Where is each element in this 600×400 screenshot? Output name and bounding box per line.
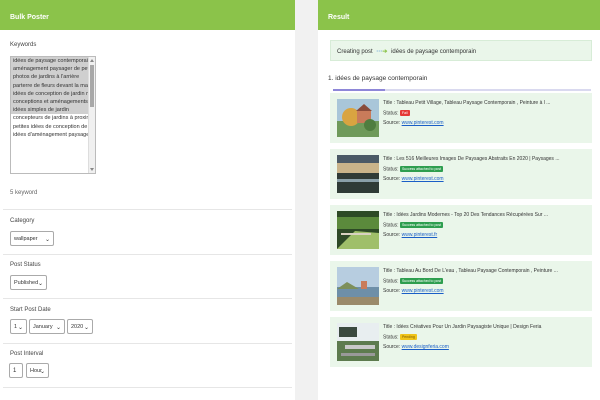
status-badge: Success attached to post: [399, 278, 444, 284]
source-link[interactable]: www.pinterest.com: [402, 288, 444, 294]
creating-post-status: Creating post ···➔ idées de paysage cont…: [330, 40, 592, 61]
result-card: Title : Tableau Au Bord De L'eau , Table…: [330, 261, 592, 311]
chevron-down-icon: ⌄: [37, 281, 43, 287]
keyword-count: 5 keyword: [10, 190, 38, 196]
result-title: Title : Tableau Au Bord De L'eau , Table…: [383, 268, 558, 274]
source-link[interactable]: www.pinterest.com: [402, 176, 444, 182]
status-label: Status:: [383, 334, 400, 341]
keyword-option[interactable]: photos de jardins à l'arrière: [11, 73, 89, 82]
result-source-row: Source: www.pinterest.com: [383, 120, 444, 126]
result-source-row: Source: www.pinterest.com: [383, 176, 444, 182]
status-label: Status:: [383, 222, 400, 229]
result-status-row: Status: Success attached to post: [383, 166, 444, 173]
post-interval-label: Post Interval: [10, 351, 44, 357]
keywords-listbox[interactable]: idées de paysage contemporain aménagement…: [10, 56, 96, 174]
scroll-up-icon[interactable]: [90, 59, 94, 62]
keyword-option[interactable]: idées de paysage contemporain: [11, 57, 89, 66]
result-status-row: Status: Success attached to post: [383, 222, 444, 229]
keyword-heading: 1. idées de paysage contemporain: [328, 75, 428, 82]
status-badge: Success attached to post: [399, 222, 444, 228]
chevron-down-icon: ⌄: [44, 237, 50, 243]
result-status-row: Status: Fail: [383, 110, 410, 116]
status-badge: Fail: [399, 110, 410, 116]
source-label: Source:: [383, 120, 402, 126]
result-source-row: Source: www.designferia.com: [383, 344, 449, 350]
chevron-down-icon: ⌄: [55, 325, 61, 331]
source-label: Source:: [383, 288, 402, 294]
source-label: Source:: [383, 232, 402, 238]
start-day-select[interactable]: 1 ⌄: [10, 319, 27, 334]
result-thumbnail[interactable]: [337, 267, 379, 305]
keyword-progress-bar: [333, 89, 591, 91]
start-year-value: 2020: [71, 324, 84, 330]
result-header: Result: [318, 0, 600, 30]
result-title: Title : Les 516 Meilleures Images De Pay…: [383, 156, 560, 162]
keyword-option[interactable]: aménagement paysager de petite: [11, 65, 89, 74]
keyword-option[interactable]: parterre de fleurs devant la maison: [11, 81, 89, 90]
keyword-option[interactable]: petites idées de conception de jardin: [11, 123, 89, 131]
chevron-down-icon: ⌄: [17, 325, 23, 331]
processing-arrow-icon: ···➔: [376, 49, 388, 55]
keyword-option[interactable]: idées d'aménagement paysager à: [11, 131, 89, 139]
post-status-select[interactable]: Published ⌄: [10, 275, 47, 290]
progress-fill: [333, 89, 385, 91]
status-label: Status:: [383, 278, 400, 285]
result-thumbnail[interactable]: [337, 99, 379, 137]
result-title: Title : Idées Jardins Modernes - Top 20 …: [383, 212, 548, 218]
scrollbar-thumb[interactable]: [90, 65, 94, 107]
source-link[interactable]: www.pinterest.fr: [402, 232, 438, 238]
keyword-option[interactable]: concepteurs de jardins à proximité: [11, 114, 89, 122]
status-label: Status:: [383, 166, 400, 173]
status-badge: Pending: [399, 334, 417, 340]
keyword-option[interactable]: idées simples de jardin: [11, 106, 89, 115]
result-card: Title : Idées Créatives Pour Un Jardin P…: [330, 317, 592, 367]
start-year-select[interactable]: 2020 ⌄: [67, 319, 93, 334]
bulk-poster-header: Bulk Poster: [0, 0, 295, 30]
result-status-row: Status: Pending: [383, 334, 417, 340]
result-card: Title : Les 516 Meilleures Images De Pay…: [330, 149, 592, 199]
source-link[interactable]: www.designferia.com: [402, 344, 449, 350]
result-card: Title : Tableau Petit Village, Tableau P…: [330, 93, 592, 143]
result-title: Title : Tableau Petit Village, Tableau P…: [383, 100, 551, 106]
keywords-scrollbar[interactable]: [88, 57, 95, 173]
post-interval-input[interactable]: 1: [9, 363, 23, 378]
result-thumbnail[interactable]: [337, 155, 379, 193]
source-link[interactable]: www.pinterest.com: [402, 120, 444, 126]
status-label: Status:: [383, 110, 400, 117]
category-label: Category: [10, 218, 35, 224]
result-card: Title : Idées Jardins Modernes - Top 20 …: [330, 205, 592, 255]
result-thumbnail[interactable]: [337, 323, 379, 361]
category-value: wallpaper: [14, 236, 38, 242]
result-status-row: Status: Success attached to post: [383, 278, 444, 285]
result-source-row: Source: www.pinterest.com: [383, 288, 444, 294]
result-title: Title : Idées Créatives Pour Un Jardin P…: [383, 324, 542, 330]
start-day-value: 1: [14, 324, 18, 330]
result-source-row: Source: www.pinterest.fr: [383, 232, 437, 238]
source-label: Source:: [383, 176, 402, 182]
start-month-value: January: [33, 324, 53, 330]
source-label: Source:: [383, 344, 402, 350]
post-status-value: Published: [14, 280, 39, 286]
creating-keyword: idées de paysage contemporain: [391, 49, 477, 55]
chevron-down-icon: ⌄: [83, 325, 89, 331]
scroll-down-icon[interactable]: [90, 168, 94, 171]
keyword-option[interactable]: conceptions et aménagements de: [11, 98, 89, 107]
post-status-label: Post Status: [10, 262, 41, 268]
keywords-label: Keywords: [10, 42, 37, 48]
result-panel: Result Creating post ···➔ idées de paysa…: [318, 0, 600, 400]
interval-unit-select[interactable]: Hour ⌄: [26, 363, 49, 378]
chevron-down-icon: ⌄: [39, 369, 45, 375]
status-badge: Success attached to post: [399, 166, 444, 172]
category-select[interactable]: wallpaper ⌄: [10, 231, 54, 246]
bulk-poster-panel: Bulk Poster Keywords idées de paysage co…: [0, 0, 295, 400]
start-date-label: Start Post Date: [10, 307, 51, 313]
result-thumbnail[interactable]: [337, 211, 379, 249]
start-month-select[interactable]: January ⌄: [29, 319, 65, 334]
keyword-option[interactable]: idées de conception de jardin moderne: [11, 89, 89, 99]
creating-label: Creating post: [337, 49, 373, 55]
